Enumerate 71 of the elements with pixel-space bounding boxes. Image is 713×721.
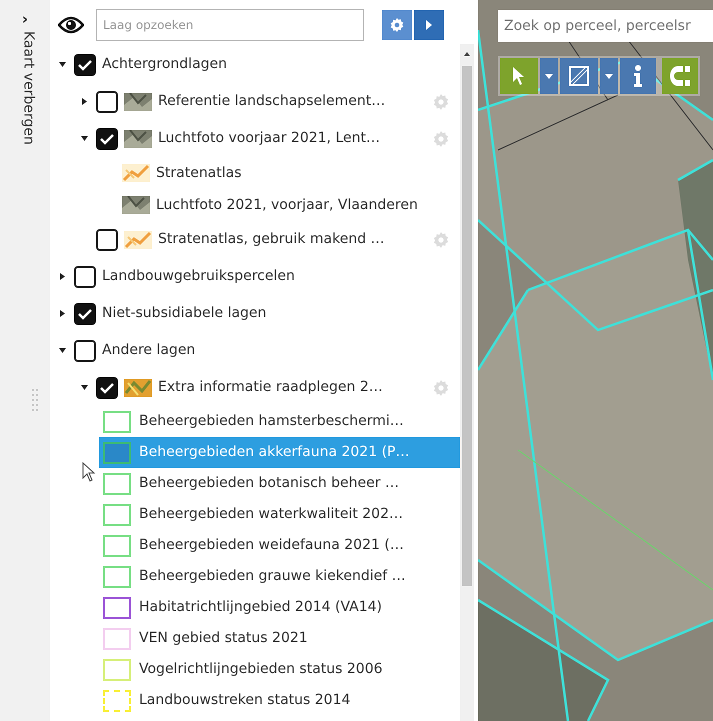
- legend-label: VEN gebied status 2021: [139, 629, 308, 648]
- checkmark-icon: [78, 58, 92, 70]
- legend-label: Beheergebieden hamsterbeschermi…: [139, 412, 404, 431]
- legend-label: Beheergebieden botanisch beheer …: [139, 474, 399, 493]
- magnet-icon: [670, 65, 690, 87]
- select-tool-button[interactable]: [500, 58, 538, 94]
- snap-button[interactable]: [662, 58, 698, 94]
- play-icon: [425, 20, 433, 30]
- legend-row[interactable]: Vogelrichtlijngebieden status 2006: [99, 654, 460, 685]
- scroll-up-icon[interactable]: [464, 52, 470, 56]
- play-button[interactable]: [414, 10, 444, 40]
- layer-label[interactable]: Niet-subsidiabele lagen: [102, 303, 266, 324]
- collapse-arrow-icon[interactable]: [80, 385, 88, 390]
- legend-row[interactable]: Beheergebieden waterkwaliteit 202…: [99, 499, 460, 530]
- expand-arrow-icon[interactable]: [60, 273, 64, 280]
- layer-label[interactable]: Stratenatlas: [156, 162, 242, 184]
- legend-label: Beheergebieden grauwe kiekendief …: [139, 567, 406, 586]
- legend-label: Beheergebieden weidefauna 2021 (…: [139, 536, 404, 555]
- checked-checkbox[interactable]: [74, 302, 96, 324]
- legend-label: Vogelrichtlijngebieden status 2006: [139, 660, 383, 679]
- map-search-field[interactable]: Zoek op perceel, perceelsr: [498, 10, 713, 42]
- collapse-arrow-icon[interactable]: [80, 136, 88, 141]
- layer-label[interactable]: Andere lagen: [102, 340, 196, 361]
- checked-checkbox[interactable]: [96, 128, 118, 150]
- edit-tool-button[interactable]: [560, 58, 598, 94]
- settings-icon: [389, 17, 405, 33]
- legend-row[interactable]: Beheergebieden hamsterbeschermi…: [99, 406, 460, 437]
- legend-label: Beheergebieden waterkwaliteit 202…: [139, 505, 403, 524]
- layer-label[interactable]: Referentie landschapselement…: [158, 91, 386, 112]
- layer-label[interactable]: Luchtfoto 2021, voorjaar, Vlaanderen: [156, 194, 418, 216]
- dropdown-button[interactable]: [600, 58, 618, 94]
- layer-label[interactable]: Landbouwgebruikspercelen: [102, 266, 295, 287]
- pointer-icon: [512, 66, 526, 86]
- legend-row[interactable]: Beheergebieden botanisch beheer …: [99, 468, 460, 499]
- layer-label[interactable]: Stratenatlas, gebruik makend …: [158, 229, 385, 250]
- caret-icon: [545, 74, 553, 78]
- legend-label: Beheergebieden akkerfauna 2021 (P…: [139, 443, 410, 462]
- checkmark-icon: [100, 382, 114, 394]
- info-button[interactable]: [620, 58, 656, 94]
- caret-icon: [605, 74, 613, 78]
- expand-arrow-icon[interactable]: [82, 98, 86, 105]
- expand-arrow-icon[interactable]: [60, 310, 64, 317]
- legend-label: Habitatrichtlijngebied 2014 (VA14): [139, 598, 382, 617]
- info-icon: [633, 65, 643, 87]
- mouse-cursor-icon: [82, 462, 96, 482]
- legend-row[interactable]: Habitatrichtlijngebied 2014 (VA14): [99, 592, 460, 623]
- collapse-arrow-icon[interactable]: [58, 62, 66, 67]
- checkbox[interactable]: [96, 90, 118, 112]
- layer-label[interactable]: Extra informatie raadplegen 2…: [158, 377, 383, 398]
- layer-label[interactable]: Luchtfoto voorjaar 2021, Lent…: [158, 128, 380, 149]
- square-ruler-icon: [568, 65, 590, 87]
- visibility-eye-icon[interactable]: [58, 16, 84, 34]
- hide-map-tab[interactable]: Kaart verbergen: [18, 31, 38, 145]
- checked-checkbox[interactable]: [96, 376, 118, 398]
- layer-search-field[interactable]: Laag opzoeken: [96, 9, 364, 41]
- legend-row[interactable]: Landbouwstreken status 2014: [99, 685, 460, 716]
- settings-button[interactable]: [382, 10, 412, 40]
- checkbox[interactable]: [74, 266, 96, 288]
- collapse-arrow-icon[interactable]: [58, 348, 66, 353]
- legend-row[interactable]: Beheergebieden weidefauna 2021 (…: [99, 530, 460, 561]
- legend-label: Landbouwstreken status 2014: [139, 691, 350, 710]
- legend-row[interactable]: Beheergebieden grauwe kiekendief …: [99, 561, 460, 592]
- checked-checkbox[interactable]: [74, 54, 96, 76]
- layer-label[interactable]: Achtergrondlagen: [102, 54, 228, 75]
- checkbox[interactable]: [74, 340, 96, 362]
- legend-row[interactable]: VEN gebied status 2021: [99, 623, 460, 654]
- dropdown-button[interactable]: [540, 58, 558, 94]
- scrollbar-thumb[interactable]: [462, 66, 472, 586]
- checkmark-icon: [78, 308, 92, 320]
- checkmark-icon: [100, 132, 114, 144]
- checkbox[interactable]: [96, 228, 118, 250]
